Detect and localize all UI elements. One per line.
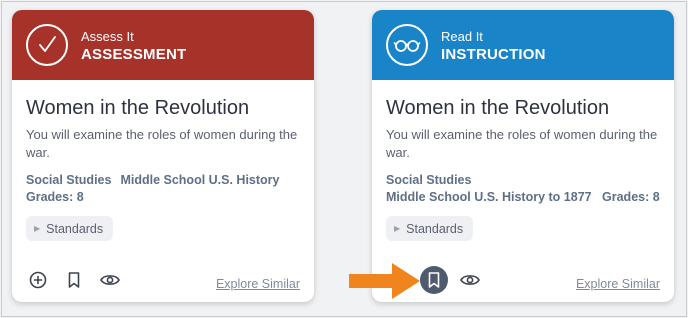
triangle-right-icon: ▶ — [34, 224, 41, 233]
explore-similar-link[interactable]: Explore Similar — [216, 277, 300, 291]
explore-similar-link[interactable]: Explore Similar — [576, 277, 660, 291]
card-actions — [420, 266, 484, 294]
card-banner: Read It INSTRUCTION — [372, 10, 674, 80]
card-title[interactable]: Women in the Revolution — [386, 95, 660, 121]
add-button[interactable] — [24, 266, 52, 294]
meta-course-grades: Middle School U.S. History to 1877 Grade… — [386, 190, 660, 204]
standards-toggle[interactable]: ▶ Standards — [26, 216, 114, 241]
card-kicker: Read It — [441, 29, 483, 44]
glasses-icon — [386, 24, 428, 66]
card-description: You will examine the roles of women duri… — [386, 127, 658, 160]
meta-subject: Social Studies — [26, 173, 112, 187]
preview-button[interactable] — [96, 266, 124, 294]
check-icon — [26, 24, 68, 66]
resource-card-instruction: Read It INSTRUCTION Women in the Revolut… — [372, 10, 674, 302]
standards-label: Standards — [406, 221, 464, 236]
preview-button[interactable] — [456, 266, 484, 294]
card-body: Women in the Revolution You will examine… — [12, 80, 314, 302]
triangle-right-icon: ▶ — [394, 224, 401, 233]
resource-card-assessment: Assess It ASSESSMENT Women in the Revolu… — [12, 10, 314, 302]
card-kicker: Assess It — [81, 29, 134, 44]
plus-circle-icon — [29, 271, 47, 289]
card-meta: Social Studies Middle School U.S. History… — [26, 172, 300, 206]
card-type: ASSESSMENT — [81, 46, 187, 63]
card-meta: Social Studies Middle School U.S. Histor… — [386, 172, 660, 206]
card-banner: Assess It ASSESSMENT — [12, 10, 314, 80]
eye-icon — [100, 275, 120, 285]
meta-course: Middle School U.S. History — [120, 173, 280, 187]
eye-icon — [460, 275, 480, 285]
card-type: INSTRUCTION — [441, 46, 546, 63]
meta-subject: Social Studies — [386, 173, 472, 187]
bookmark-button[interactable] — [60, 266, 88, 294]
bookmark-icon — [68, 272, 80, 288]
bookmark-button[interactable] — [420, 266, 448, 294]
standards-toggle[interactable]: ▶ Standards — [386, 216, 474, 241]
standards-label: Standards — [46, 221, 104, 236]
card-description: You will examine the roles of women duri… — [26, 127, 298, 160]
card-title[interactable]: Women in the Revolution — [26, 95, 300, 121]
bookmark-icon — [428, 272, 440, 288]
meta-grades: Grades: 8 — [26, 190, 84, 204]
pointer-arrow-icon — [349, 263, 420, 299]
card-actions — [24, 266, 124, 294]
